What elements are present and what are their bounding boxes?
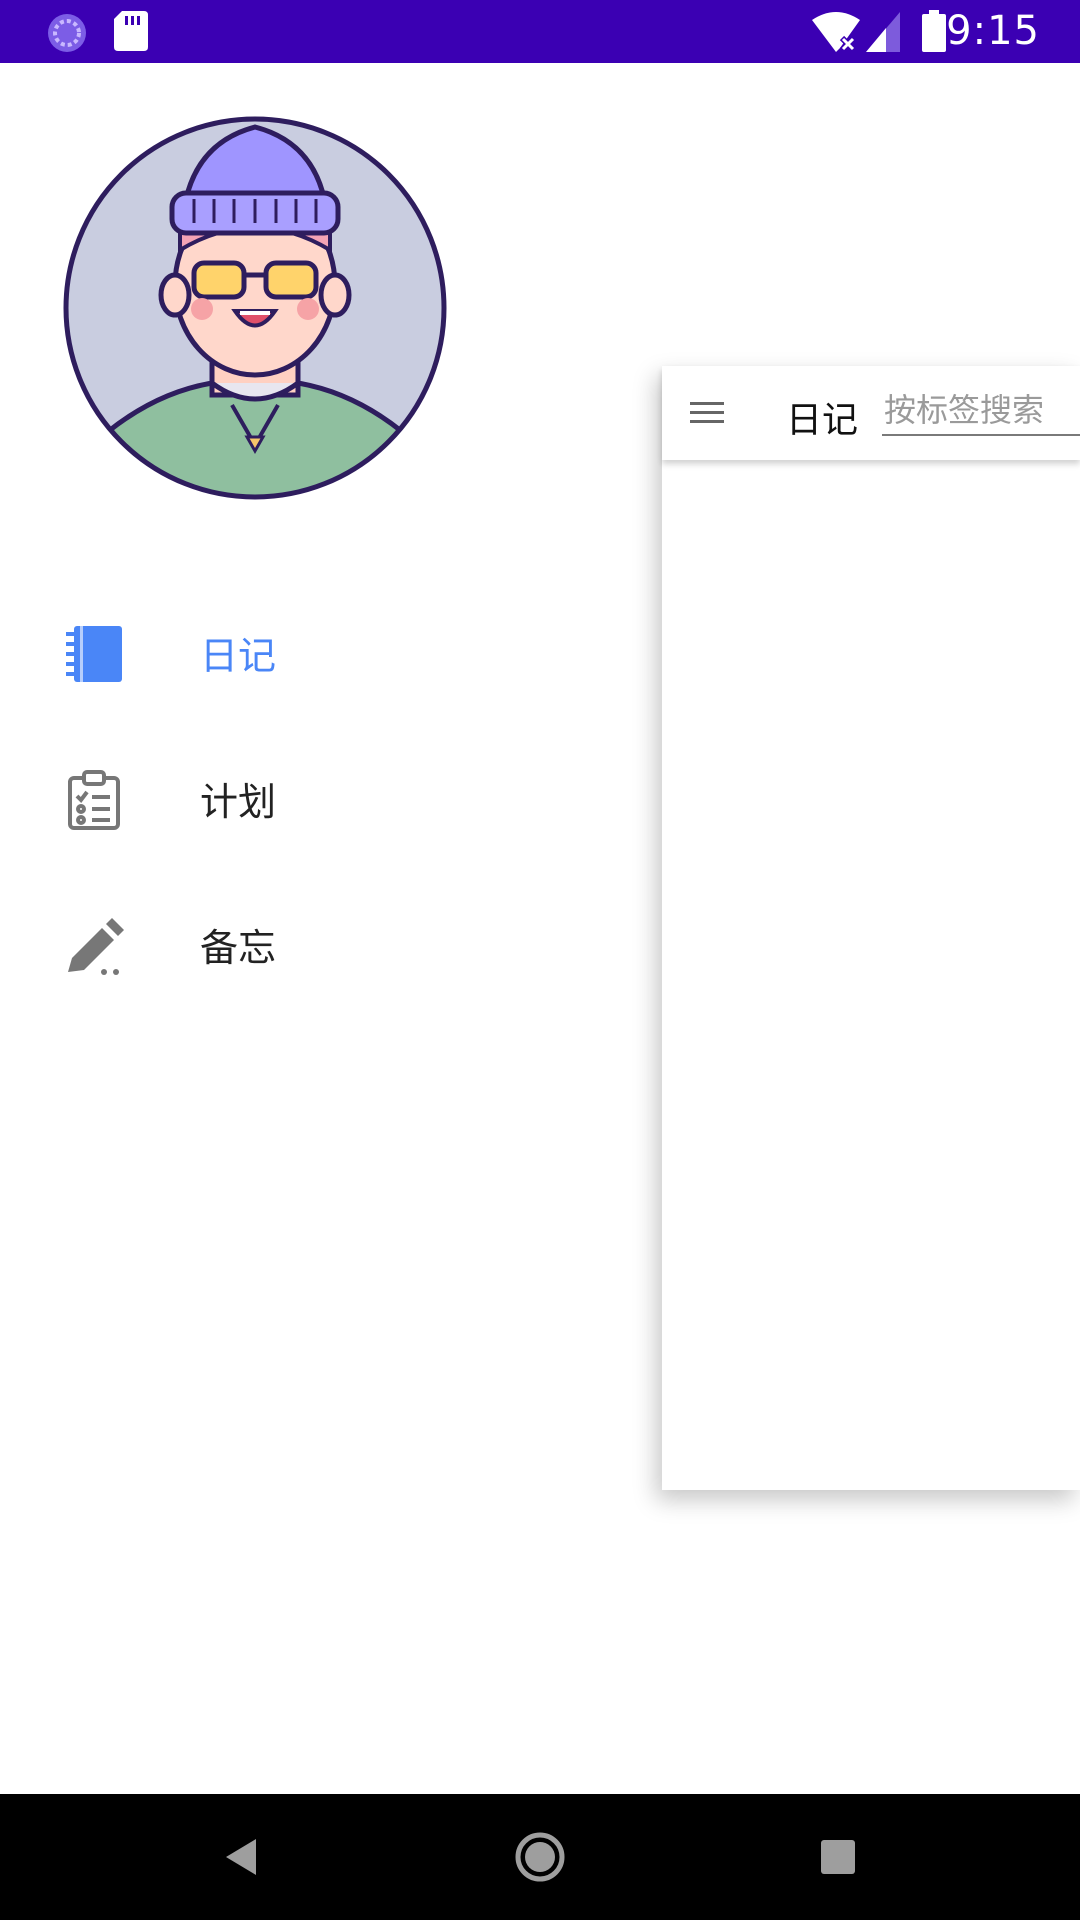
battery-icon <box>922 10 946 52</box>
recents-icon[interactable] <box>808 1827 868 1887</box>
back-icon[interactable] <box>212 1827 272 1887</box>
app-toolbar: 日记 <box>662 366 1080 460</box>
system-navigation-bar <box>0 1794 1080 1920</box>
wifi-off-icon <box>812 12 860 52</box>
status-bar: 9:15 <box>0 0 1080 63</box>
drawer-item-label: 备忘 <box>200 926 277 970</box>
avatar[interactable] <box>62 115 448 501</box>
clock: 9:15 <box>946 8 1040 54</box>
clipboard-checklist-icon <box>68 770 120 830</box>
home-icon[interactable] <box>510 1827 570 1887</box>
drawer-item-label: 日记 <box>200 634 277 678</box>
cell-signal-icon <box>866 12 900 52</box>
drawer-item-diary[interactable]: 日记 <box>0 599 640 709</box>
notebook-icon <box>66 626 122 682</box>
drawer-item-memo[interactable]: 备忘 <box>0 891 640 1001</box>
main-content-card: 日记 <box>662 366 1080 1490</box>
sd-card-icon <box>114 11 148 51</box>
pencil-icon <box>68 918 124 975</box>
page-title: 日记 <box>786 400 859 441</box>
tag-search-input[interactable] <box>882 386 1080 436</box>
sync-icon <box>48 14 86 52</box>
drawer-item-plan[interactable]: 计划 <box>0 745 640 855</box>
hamburger-menu-icon[interactable] <box>690 396 724 430</box>
drawer-item-label: 计划 <box>200 780 277 824</box>
